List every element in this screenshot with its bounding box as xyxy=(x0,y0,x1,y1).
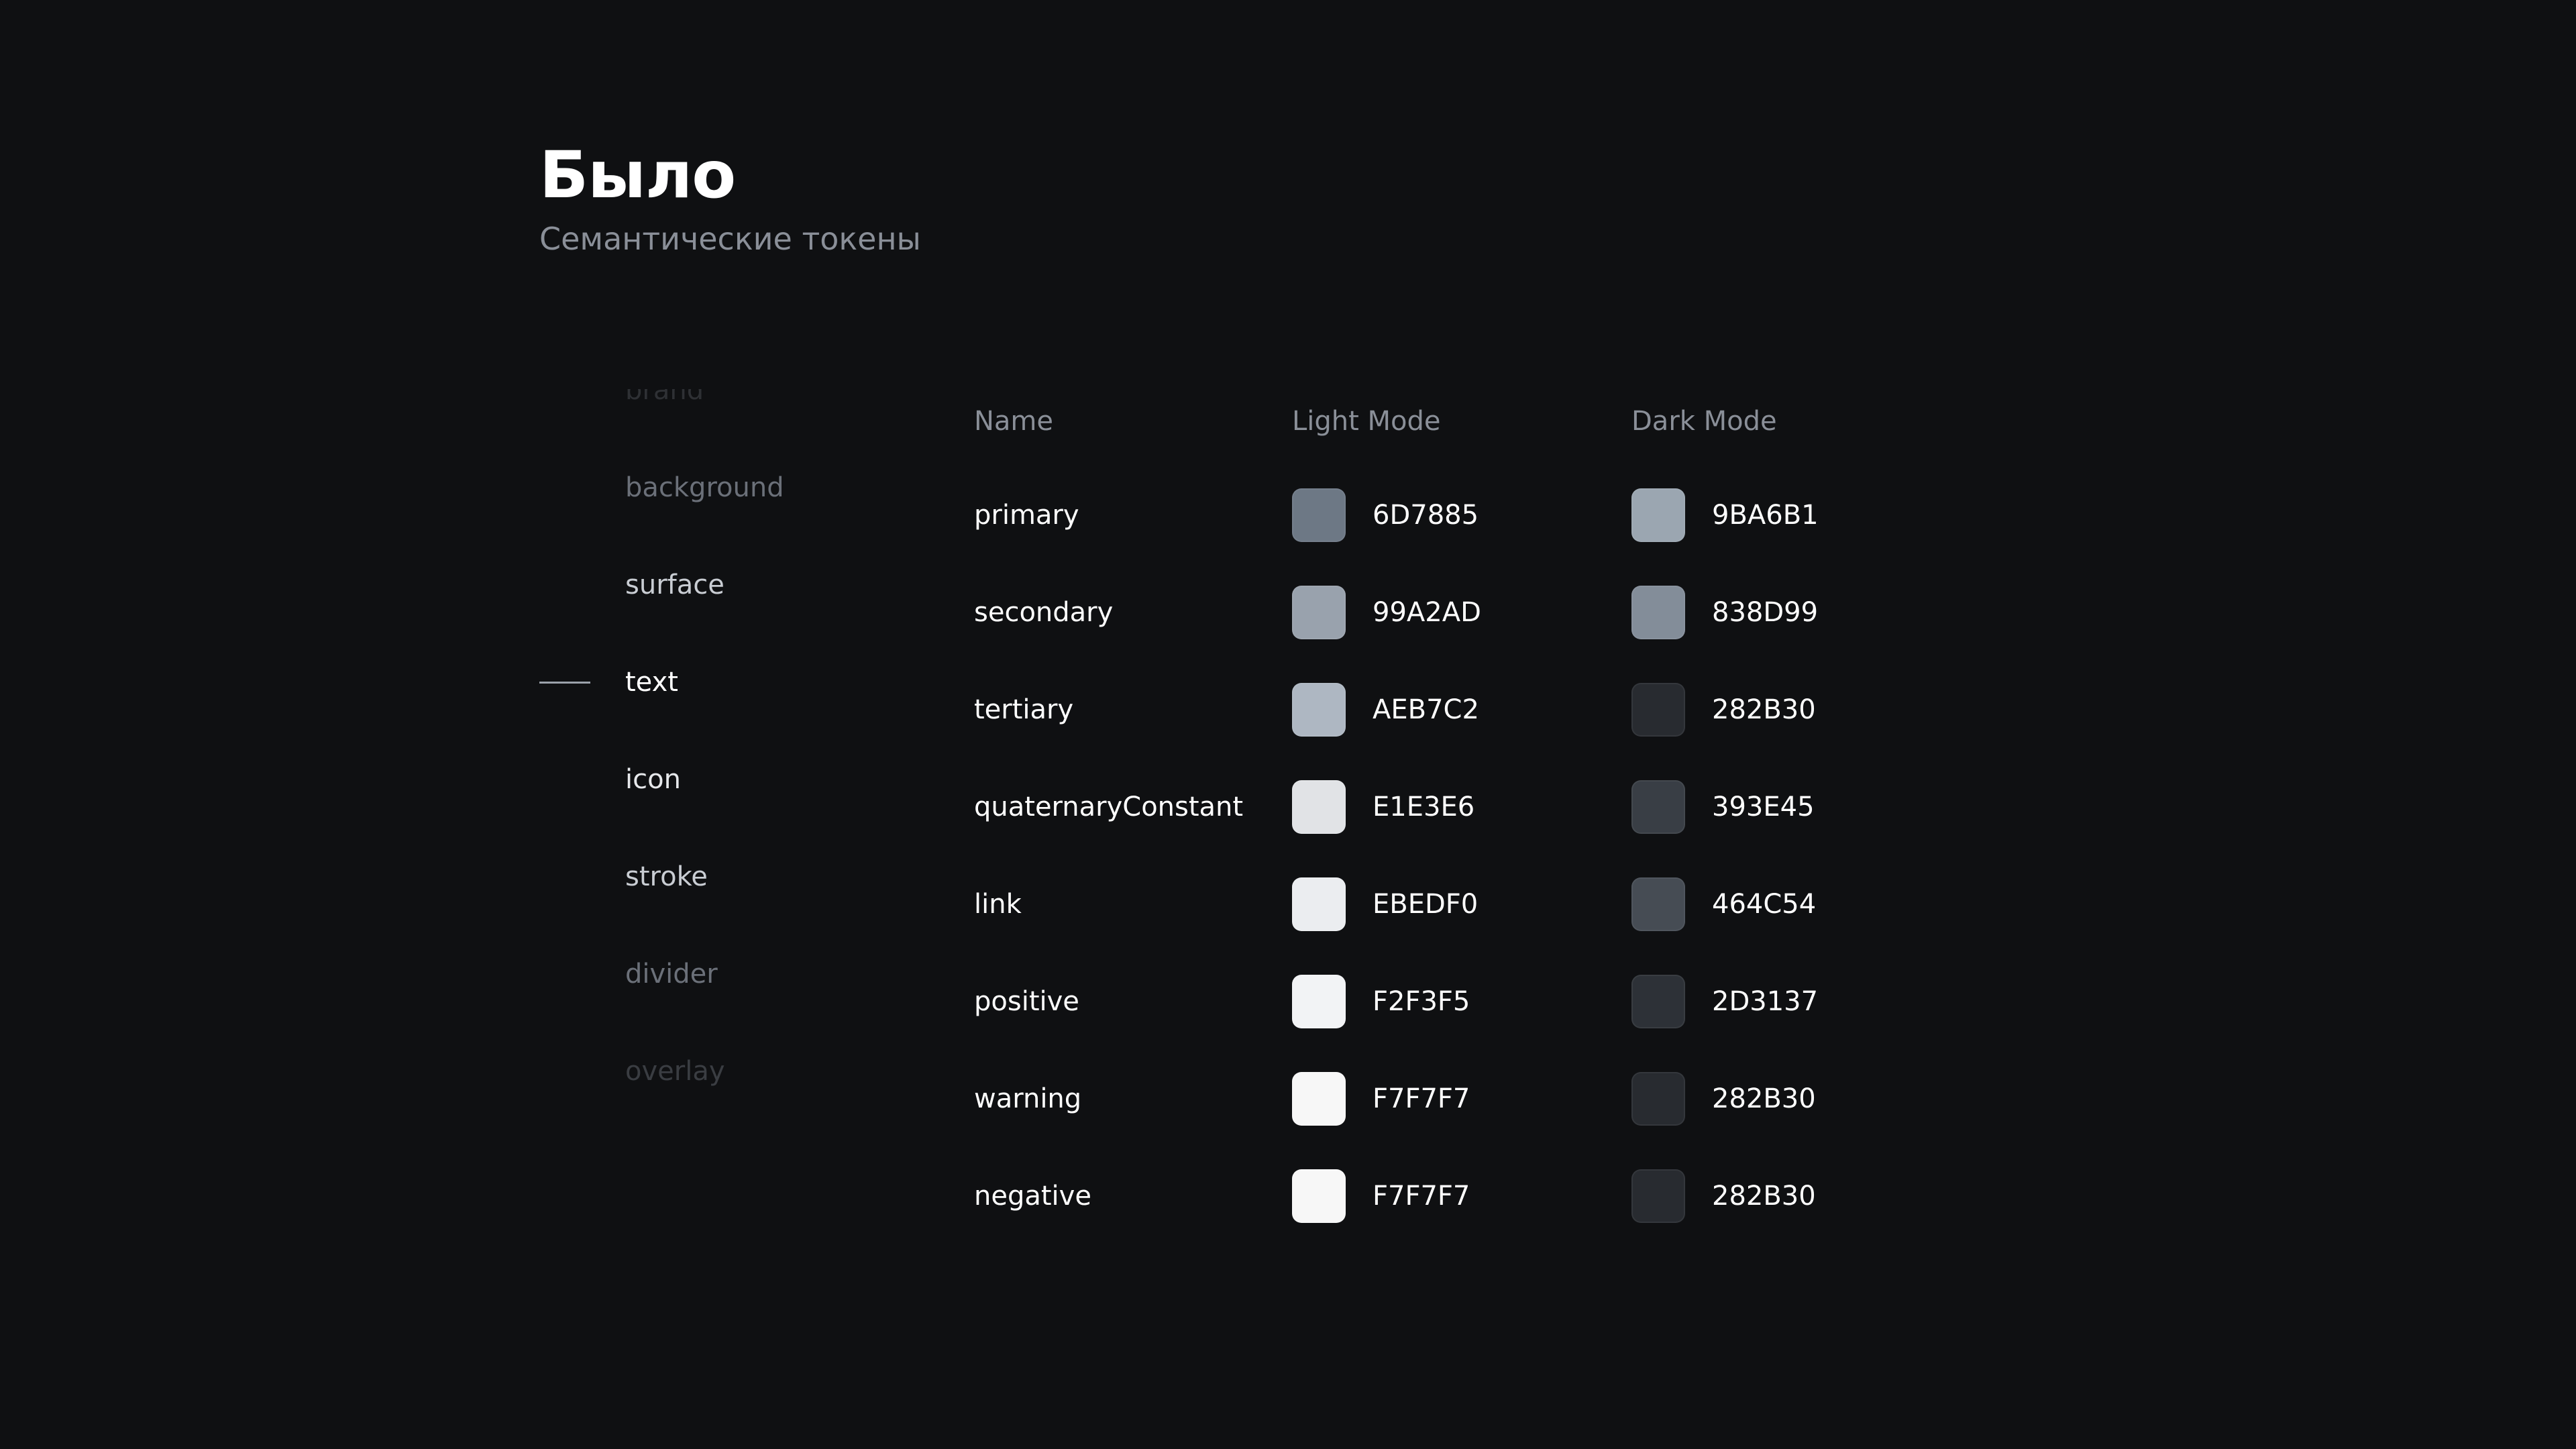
light-color-swatch xyxy=(1292,877,1346,931)
dark-hex-value: 9BA6B1 xyxy=(1712,500,1819,531)
dark-color-swatch xyxy=(1631,1072,1685,1126)
light-color-swatch xyxy=(1292,683,1346,737)
light-color-swatch xyxy=(1292,1072,1346,1126)
dark-color-swatch xyxy=(1631,975,1685,1028)
light-hex-value: 6D7885 xyxy=(1373,500,1479,531)
token-name: primary xyxy=(974,500,1079,531)
token-row: tertiary AEB7C2 282B30 xyxy=(0,683,2576,737)
light-color-swatch xyxy=(1292,488,1346,542)
light-hex-value: F7F7F7 xyxy=(1373,1181,1470,1212)
dark-color-swatch xyxy=(1631,488,1685,542)
dark-color-swatch xyxy=(1631,683,1685,737)
dark-color-swatch xyxy=(1631,1169,1685,1223)
token-row: quaternaryConstant E1E3E6 393E45 xyxy=(0,780,2576,834)
column-header-name: Name xyxy=(974,406,1054,437)
token-row: warning F7F7F7 282B30 xyxy=(0,1072,2576,1126)
light-color-swatch xyxy=(1292,780,1346,834)
token-name: warning xyxy=(974,1083,1082,1114)
token-name: link xyxy=(974,889,1022,920)
token-row: negative F7F7F7 282B30 xyxy=(0,1169,2576,1223)
page: Было Семантические токены brand backgroun… xyxy=(0,0,2576,1449)
token-name: secondary xyxy=(974,597,1114,628)
nav-item-brand[interactable]: brand xyxy=(625,389,704,417)
light-color-swatch xyxy=(1292,586,1346,639)
light-color-swatch xyxy=(1292,975,1346,1028)
token-row: secondary 99A2AD 838D99 xyxy=(0,586,2576,639)
token-name: positive xyxy=(974,986,1079,1017)
token-row: link EBEDF0 464C54 xyxy=(0,877,2576,931)
dark-color-swatch xyxy=(1631,877,1685,931)
light-color-swatch xyxy=(1292,1169,1346,1223)
token-row: primary 6D7885 9BA6B1 xyxy=(0,488,2576,542)
column-header-dark-mode: Dark Mode xyxy=(1631,406,1777,437)
dark-hex-value: 282B30 xyxy=(1712,694,1816,725)
page-title: Было xyxy=(539,138,736,213)
light-hex-value: F7F7F7 xyxy=(1373,1083,1470,1114)
token-name: quaternaryConstant xyxy=(974,792,1244,822)
token-name: negative xyxy=(974,1181,1091,1212)
dark-hex-value: 464C54 xyxy=(1712,889,1817,920)
dark-hex-value: 393E45 xyxy=(1712,792,1815,822)
dark-hex-value: 2D3137 xyxy=(1712,986,1819,1017)
dark-hex-value: 838D99 xyxy=(1712,597,1819,628)
page-subtitle: Семантические токены xyxy=(539,221,921,257)
light-hex-value: EBEDF0 xyxy=(1373,889,1479,920)
token-row: positive F2F3F5 2D3137 xyxy=(0,975,2576,1028)
light-hex-value: E1E3E6 xyxy=(1373,792,1475,822)
dark-color-swatch xyxy=(1631,780,1685,834)
light-hex-value: F2F3F5 xyxy=(1373,986,1470,1017)
dark-color-swatch xyxy=(1631,586,1685,639)
token-name: tertiary xyxy=(974,694,1074,725)
dark-hex-value: 282B30 xyxy=(1712,1083,1816,1114)
light-hex-value: 99A2AD xyxy=(1373,597,1481,628)
column-header-light-mode: Light Mode xyxy=(1292,406,1441,437)
light-hex-value: AEB7C2 xyxy=(1373,694,1479,725)
dark-hex-value: 282B30 xyxy=(1712,1181,1816,1212)
